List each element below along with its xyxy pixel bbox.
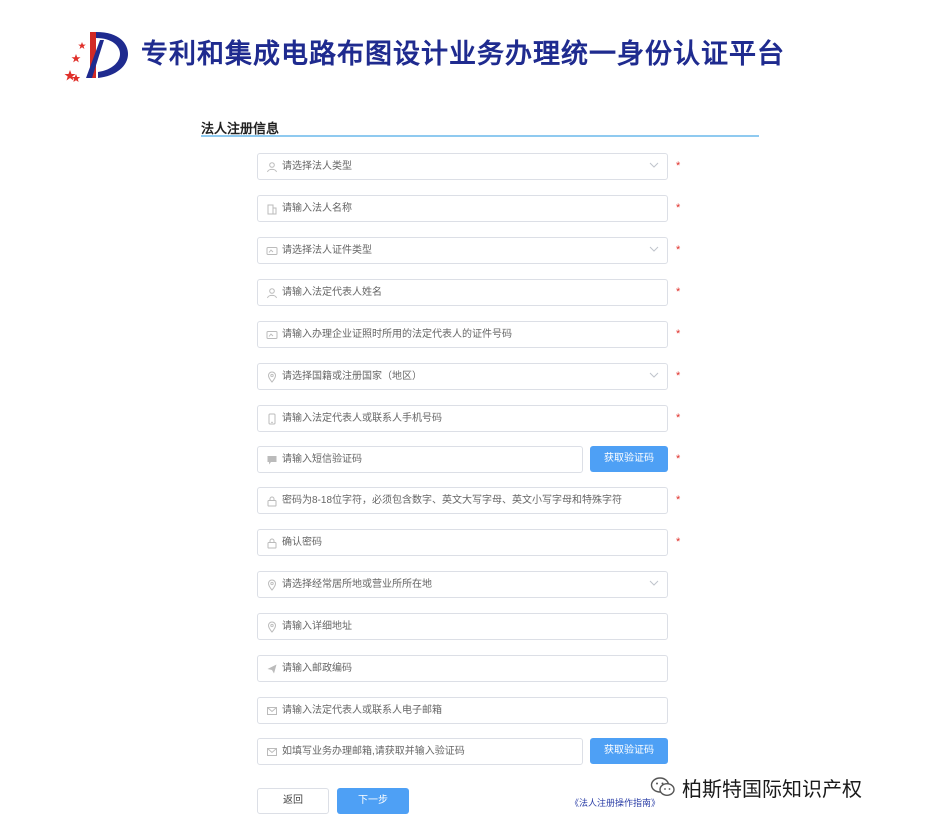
address-input[interactable]: 请输入详细地址 (257, 613, 668, 640)
legal-person-name-input[interactable]: 请输入法人名称 (257, 195, 668, 222)
required-mark: * (676, 494, 681, 506)
password-placeholder: 密码为8-18位字符，必须包含数字、英文大写字母、英文小写字母和特殊字符 (282, 495, 623, 506)
location-icon (266, 371, 278, 383)
required-mark: * (676, 412, 681, 424)
id-card-icon (266, 245, 278, 257)
confirm-password-placeholder: 确认密码 (282, 537, 322, 548)
legal-person-type-placeholder: 请选择法人类型 (282, 161, 352, 172)
address-placeholder: 请输入详细地址 (282, 621, 352, 632)
get-email-code-button[interactable]: 获取验证码 (590, 738, 668, 764)
representative-name-input[interactable]: 请输入法定代表人姓名 (257, 279, 668, 306)
section-divider (201, 135, 759, 137)
sms-code-placeholder: 请输入短信验证码 (282, 454, 362, 465)
lock-icon (266, 537, 278, 549)
legal-person-name-placeholder: 请输入法人名称 (282, 203, 352, 214)
id-type-placeholder: 请选择法人证件类型 (282, 245, 372, 256)
representative-name-placeholder: 请输入法定代表人姓名 (282, 287, 382, 298)
chevron-down-icon (649, 372, 659, 378)
legal-person-type-select[interactable]: 请选择法人类型 (257, 153, 668, 180)
wechat-watermark: 柏斯特国际知识产权 (650, 772, 862, 802)
required-mark: * (676, 536, 681, 548)
user-icon (266, 161, 278, 173)
required-mark: * (676, 202, 681, 214)
email-placeholder: 请输入法定代表人或联系人电子邮箱 (282, 705, 442, 716)
building-icon (266, 203, 278, 215)
id-number-placeholder: 请输入办理企业证照时所用的法定代表人的证件号码 (282, 329, 512, 340)
required-mark: * (676, 370, 681, 382)
mail-icon (266, 746, 278, 758)
required-mark: * (676, 160, 681, 172)
get-sms-code-button[interactable]: 获取验证码 (590, 446, 668, 472)
id-card-icon (266, 329, 278, 341)
mobile-input[interactable]: 请输入法定代表人或联系人手机号码 (257, 405, 668, 432)
email-code-placeholder: 如填写业务办理邮箱,请获取并输入验证码 (282, 746, 465, 757)
required-mark: * (676, 453, 681, 465)
postal-code-input[interactable]: 请输入邮政编码 (257, 655, 668, 682)
required-mark: * (676, 328, 681, 340)
mobile-placeholder: 请输入法定代表人或联系人手机号码 (282, 413, 442, 424)
message-icon (266, 454, 278, 466)
residence-placeholder: 请选择经常居所地或营业所所在地 (282, 579, 432, 590)
chevron-down-icon (649, 162, 659, 168)
site-title: 专利和集成电路布图设计业务办理统一身份认证平台 (141, 39, 785, 70)
user-icon (266, 287, 278, 299)
cnipa-logo (62, 26, 136, 82)
chevron-down-icon (649, 580, 659, 586)
mail-icon (266, 705, 278, 717)
email-input[interactable]: 请输入法定代表人或联系人电子邮箱 (257, 697, 668, 724)
postal-code-placeholder: 请输入邮政编码 (282, 663, 352, 674)
back-button[interactable]: 返回 (257, 788, 329, 814)
phone-icon (266, 413, 278, 425)
id-type-select[interactable]: 请选择法人证件类型 (257, 237, 668, 264)
watermark-text: 柏斯特国际知识产权 (682, 776, 862, 801)
required-mark: * (676, 244, 681, 256)
chevron-down-icon (649, 246, 659, 252)
confirm-password-input[interactable]: 确认密码 (257, 529, 668, 556)
registration-guide-link[interactable]: 《法人注册操作指南》 (570, 796, 660, 809)
nationality-select[interactable]: 请选择国籍或注册国家（地区） (257, 363, 668, 390)
email-code-input[interactable]: 如填写业务办理邮箱,请获取并输入验证码 (257, 738, 583, 765)
id-number-input[interactable]: 请输入办理企业证照时所用的法定代表人的证件号码 (257, 321, 668, 348)
location-icon (266, 579, 278, 591)
password-input[interactable]: 密码为8-18位字符，必须包含数字、英文大写字母、英文小写字母和特殊字符 (257, 487, 668, 514)
lock-icon (266, 495, 278, 507)
location-icon (266, 621, 278, 633)
residence-select[interactable]: 请选择经常居所地或营业所所在地 (257, 571, 668, 598)
next-step-button[interactable]: 下一步 (337, 788, 409, 814)
send-icon (266, 663, 278, 675)
nationality-placeholder: 请选择国籍或注册国家（地区） (282, 371, 422, 382)
wechat-icon (650, 777, 675, 797)
sms-code-input[interactable]: 请输入短信验证码 (257, 446, 583, 473)
required-mark: * (676, 286, 681, 298)
